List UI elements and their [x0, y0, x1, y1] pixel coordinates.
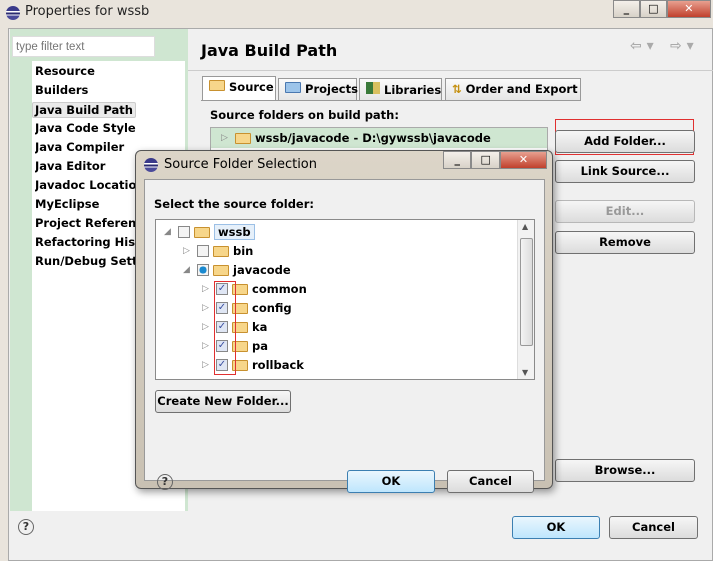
tab-label: Libraries: [384, 83, 442, 97]
link-source-button[interactable]: Link Source...: [555, 160, 695, 183]
tree-item[interactable]: ▷ bin: [183, 242, 253, 260]
checkbox-highlight-box: [214, 281, 236, 375]
folder-icon: [213, 264, 229, 276]
tab-label: Order and Export: [465, 82, 578, 96]
tree-item-label: wssb: [214, 224, 255, 240]
add-folder-button[interactable]: Add Folder...: [555, 130, 695, 153]
tree-item-label: ka: [252, 320, 268, 334]
checkbox[interactable]: [197, 264, 209, 276]
maximize-button[interactable]: □: [639, 0, 667, 18]
tree-item[interactable]: ◢ wssb: [164, 223, 255, 241]
folder-icon: [213, 245, 229, 257]
page-title: Java Build Path: [201, 41, 338, 60]
dialog-maximize-button[interactable]: □: [471, 151, 500, 169]
create-new-folder-button[interactable]: Create New Folder...: [155, 390, 291, 413]
expand-icon[interactable]: ▷: [221, 133, 231, 143]
expand-icon[interactable]: ▷: [183, 246, 193, 256]
back-icon[interactable]: ⇦ ▾: [630, 38, 654, 54]
divider: [188, 70, 713, 71]
source-folders-label: Source folders on build path:: [210, 108, 399, 122]
help-icon[interactable]: ?: [18, 519, 34, 535]
edit-button[interactable]: Edit...: [555, 200, 695, 223]
source-folder-icon: [235, 132, 251, 144]
minimize-button[interactable]: _: [613, 0, 640, 18]
tree-item-label: rollback: [252, 358, 304, 372]
window-controls: _ □ ✕: [613, 0, 711, 18]
folder-icon: [194, 226, 210, 238]
scroll-down-icon[interactable]: ▼: [522, 368, 528, 377]
order-export-icon: ⇅: [452, 82, 462, 96]
tab-source[interactable]: Source: [202, 76, 276, 100]
folder-tree: ▲ ▼ ◢ wssb ▷ bin ◢ javacode ▷ ✓ common ▷ ✓ config ▷ ✓…: [155, 219, 535, 380]
source-folder-dialog: Source Folder Selection _ □ ✕ Select the…: [135, 150, 553, 493]
dialog-cancel-button[interactable]: Cancel: [447, 470, 534, 493]
tree-item-label: bin: [233, 244, 254, 258]
tab-label: Projects: [305, 82, 358, 96]
nav-item[interactable]: Resource: [35, 64, 183, 78]
dialog-help-icon[interactable]: ?: [157, 474, 173, 490]
expand-icon[interactable]: ▷: [202, 360, 212, 370]
tab-label: Source: [229, 80, 274, 94]
expand-icon[interactable]: ▷: [202, 322, 212, 332]
source-folder-icon: [209, 80, 225, 91]
projects-icon: [285, 82, 301, 93]
dialog-minimize-button[interactable]: _: [443, 151, 472, 169]
dialog-icon: [144, 158, 158, 172]
filter-input[interactable]: [12, 36, 155, 57]
expand-icon[interactable]: ▷: [202, 341, 212, 351]
source-entry[interactable]: ▷ wssb/javacode - D:\gywssb\javacode: [211, 128, 547, 148]
tree-item-label: javacode: [233, 263, 291, 277]
window-title: Properties for wssb: [25, 4, 150, 19]
tree-scrollbar[interactable]: ▲ ▼: [517, 220, 534, 379]
forward-icon[interactable]: ⇨ ▾: [670, 38, 694, 54]
dialog-title: Source Folder Selection: [164, 157, 317, 172]
nav-item[interactable]: Java Build Path: [32, 102, 136, 118]
source-entry-label: wssb/javacode - D:\gywssb\javacode: [255, 131, 491, 145]
tab-projects[interactable]: Projects: [278, 78, 358, 100]
tree-item-label: pa: [252, 339, 268, 353]
nav-item[interactable]: Builders: [35, 83, 183, 97]
checkbox[interactable]: [197, 245, 209, 257]
checkbox[interactable]: [178, 226, 190, 238]
expand-icon[interactable]: ▷: [202, 303, 212, 313]
dialog-close-button[interactable]: ✕: [499, 151, 547, 169]
dialog-body: Select the source folder: ▲ ▼ ◢ wssb ▷ bin ◢…: [144, 179, 545, 493]
close-button[interactable]: ✕: [666, 0, 711, 18]
expand-icon[interactable]: ▷: [202, 284, 212, 294]
remove-button[interactable]: Remove: [555, 231, 695, 254]
collapse-icon[interactable]: ◢: [183, 265, 193, 275]
scroll-up-icon[interactable]: ▲: [522, 222, 528, 231]
tree-item-label: config: [252, 301, 292, 315]
cancel-button[interactable]: Cancel: [609, 516, 698, 539]
tab-libraries[interactable]: Libraries: [359, 78, 442, 100]
tree-item-label: common: [252, 282, 307, 296]
tree-item[interactable]: ◢ javacode: [183, 261, 291, 279]
scroll-thumb[interactable]: [520, 238, 533, 346]
dialog-ok-button[interactable]: OK: [347, 470, 435, 493]
nav-item[interactable]: Java Code Style: [35, 121, 183, 135]
ok-button[interactable]: OK: [512, 516, 600, 539]
tab-order-export[interactable]: ⇅ Order and Export: [445, 78, 581, 100]
dialog-label: Select the source folder:: [154, 197, 315, 211]
app-icon: [6, 6, 20, 20]
browse-button[interactable]: Browse...: [555, 459, 695, 482]
collapse-icon[interactable]: ◢: [164, 227, 174, 237]
libraries-icon: [366, 82, 380, 94]
